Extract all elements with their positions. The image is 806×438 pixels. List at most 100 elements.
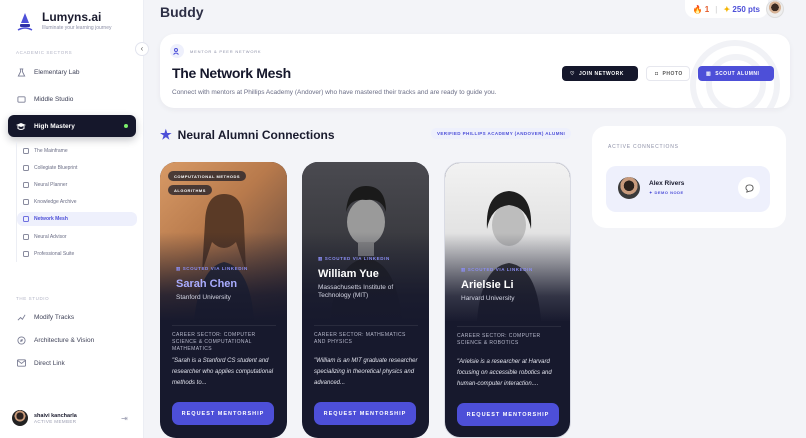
sidebar-subitem-knowledge-archive[interactable]: Knowledge Archive: [17, 195, 137, 209]
divider: [172, 325, 276, 326]
archive-icon: [23, 199, 29, 205]
sidebar-item-modify-tracks[interactable]: Modify Tracks: [8, 306, 136, 328]
compass-icon: [16, 335, 26, 345]
photo-label: PHOTO: [662, 70, 683, 77]
sidebar-item-label: Direct Link: [34, 359, 65, 367]
blueprint-icon: [23, 165, 29, 171]
chat-bubble-icon: [744, 183, 754, 193]
collapse-sidebar-button[interactable]: ‹: [135, 42, 149, 56]
streak-value: 1: [704, 4, 710, 14]
sidebar-subitem-label: Neural Advisor: [34, 234, 67, 240]
connection-item[interactable]: Alex Rivers ✦ DEMO NODE: [606, 166, 770, 212]
sidebar-subitem-collegiate-blueprint[interactable]: Collegiate Blueprint: [17, 161, 137, 175]
sidebar-subitem-label: Network Mesh: [34, 216, 68, 222]
header-avatar[interactable]: [766, 0, 784, 18]
career-sector: CAREER SECTOR: COMPUTER SCIENCE & COMPUT…: [172, 332, 256, 352]
sidebar-subitem-professional-suite[interactable]: Professional Suite: [17, 247, 137, 261]
mail-icon: [16, 358, 26, 368]
sidebar-subitem-neural-planner[interactable]: Neural Planner: [17, 178, 137, 192]
photo-gradient: [160, 232, 287, 322]
heart-icon: ♡: [570, 70, 575, 77]
camera-icon: ◘: [655, 70, 659, 77]
career-sector: CAREER SECTOR: MATHEMATICS AND PHYSICS: [314, 332, 406, 345]
verified-badge: VERIFIED PHILLIPS ACADEMY (ANDOVER) ALUM…: [431, 128, 572, 139]
sidebar-subitem-mainframe[interactable]: The Mainframe: [17, 144, 137, 158]
chart-icon: ▥: [706, 70, 712, 77]
palette-icon: [16, 94, 26, 104]
alumni-name: Sarah Chen: [176, 278, 238, 290]
career-sector: CAREER SECTOR: COMPUTER SCIENCE & ROBOTI…: [457, 333, 541, 346]
active-connections-panel: ACTIVE CONNECTIONS Alex Rivers ✦ DEMO NO…: [592, 126, 786, 228]
planner-icon: [23, 182, 29, 188]
decorative-ring: [706, 54, 766, 108]
sidebar-item-label: Modify Tracks: [34, 313, 75, 321]
briefcase-icon: [23, 251, 29, 257]
alumni-bio: "William is an MIT graduate researcher s…: [314, 358, 418, 386]
network-icon: [23, 216, 29, 222]
alumni-university: Stanford University: [176, 294, 231, 301]
scout-label: ▥ SCOUTED VIA LINKEDIN: [176, 266, 248, 271]
skill-tag: COMPUTATIONAL METHODS: [168, 171, 247, 181]
points-counter: ✦ 250 pts: [723, 5, 760, 14]
alumni-name: Arielsie Li: [461, 279, 514, 291]
request-mentorship-button[interactable]: REQUEST MENTORSHIP: [314, 402, 416, 425]
sidebar-item-label: Middle Studio: [34, 95, 74, 103]
sidebar-item-direct-link[interactable]: Direct Link: [8, 352, 136, 374]
join-network-button[interactable]: ♡ JOIN NETWORK: [562, 66, 638, 81]
main-content: Buddy 🔥 1 | ✦ 250 pts MENTOR & PEER NETW…: [144, 0, 806, 438]
hero-kicker: MENTOR & PEER NETWORK: [190, 49, 262, 54]
hero-title: The Network Mesh: [172, 65, 291, 81]
points-value: 250 pts: [732, 4, 760, 14]
brand[interactable]: Lumyns.ai Illuminate your learning journ…: [14, 10, 111, 34]
request-mentorship-button[interactable]: REQUEST MENTORSHIP: [172, 402, 274, 425]
connection-name: Alex Rivers: [649, 180, 685, 187]
streak-counter: 🔥 1: [693, 5, 710, 14]
alumni-bio: "Sarah is a Stanford CS student and rese…: [172, 358, 274, 386]
hero-card: MENTOR & PEER NETWORK The Network Mesh C…: [160, 34, 790, 108]
logout-icon[interactable]: ⇥: [121, 414, 128, 423]
sidebar-item-label: Architecture & Vision: [34, 336, 95, 344]
user-name: shaivi kancharla: [34, 412, 77, 419]
user-role: ACTIVE MEMBER: [34, 418, 77, 424]
active-indicator: [124, 124, 128, 128]
flask-icon: [16, 67, 26, 77]
user-profile[interactable]: shaivi kancharla ACTIVE MEMBER: [12, 410, 77, 426]
connection-status-text: DEMO NODE: [654, 190, 684, 195]
advisor-icon: [23, 234, 29, 240]
connection-status: ✦ DEMO NODE: [649, 190, 684, 195]
alumni-university: Harvard University: [461, 295, 515, 302]
page-title: Buddy: [160, 4, 204, 20]
sidebar-subitem-label: The Mainframe: [34, 148, 68, 154]
chat-button[interactable]: [738, 177, 760, 199]
sidebar-item-high-mastery[interactable]: High Mastery: [8, 115, 136, 137]
academic-sectors-label: ACADEMIC SECTORS: [16, 50, 73, 55]
request-mentorship-button[interactable]: REQUEST MENTORSHIP: [457, 403, 559, 426]
avatar: [618, 177, 640, 199]
scout-label: ▥ SCOUTED VIA LINKEDIN: [318, 256, 390, 261]
sparkle-icon: ✦: [723, 4, 731, 14]
alumni-name: William Yue: [318, 268, 379, 280]
sidebar-subitem-label: Professional Suite: [34, 251, 75, 257]
monitor-icon: [23, 148, 29, 154]
divider: [457, 326, 561, 327]
sidebar-subitem-label: Collegiate Blueprint: [34, 165, 78, 171]
photo-button[interactable]: ◘ PHOTO: [646, 66, 690, 81]
alumni-bio: "Arielsie is a researcher at Harvard foc…: [457, 359, 552, 387]
avatar: [12, 410, 28, 426]
sidebar-item-architecture-vision[interactable]: Architecture & Vision: [8, 329, 136, 351]
sidebar-subitem-network-mesh[interactable]: Network Mesh: [17, 212, 137, 226]
scout-alumni-label: SCOUT ALUMNI: [715, 70, 760, 77]
sidebar-item-middle-studio[interactable]: Middle Studio: [8, 88, 136, 110]
scout-alumni-button[interactable]: ▥ SCOUT ALUMNI: [698, 66, 774, 81]
sidebar-subitem-neural-advisor[interactable]: Neural Advisor: [17, 230, 137, 244]
alumni-card: ▥ SCOUTED VIA LINKEDIN William Yue Massa…: [302, 162, 429, 438]
divider: |: [715, 4, 718, 14]
studio-label: THE STUDIO: [16, 296, 50, 301]
section-header: ★ Neural Alumni Connections: [160, 127, 335, 143]
sidebar-subitem-label: Neural Planner: [34, 182, 68, 188]
sidebar-item-label: Elementary Lab: [34, 68, 80, 76]
sidebar-item-elementary-lab[interactable]: Elementary Lab: [8, 61, 136, 83]
section-title: Neural Alumni Connections: [177, 128, 335, 142]
users-icon: [170, 44, 184, 58]
sub-navigation: The Mainframe Collegiate Blueprint Neura…: [16, 142, 138, 262]
